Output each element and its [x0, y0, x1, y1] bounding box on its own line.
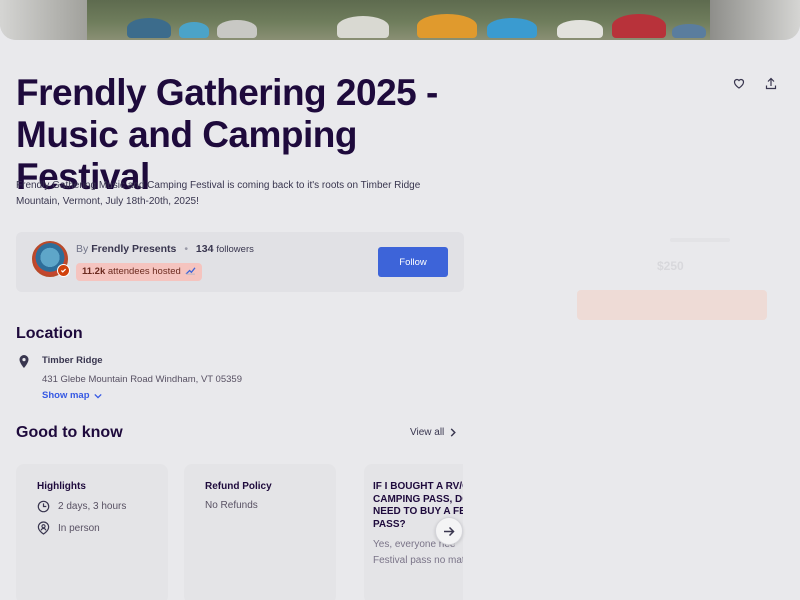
verified-check-icon: [57, 264, 70, 277]
show-map-label: Show map: [42, 390, 90, 401]
chevron-right-icon: [450, 428, 457, 437]
attendees-hosted-badge: 11.2k attendees hosted: [76, 263, 203, 281]
format-text: In person: [58, 522, 100, 534]
person-pin-icon: [37, 521, 50, 535]
follow-button[interactable]: Follow: [378, 247, 448, 277]
share-button[interactable]: [760, 72, 782, 94]
hero-banner: [0, 0, 800, 40]
separator-dot: •: [184, 243, 188, 255]
get-tickets-button[interactable]: [577, 290, 767, 320]
organizer-line: By Frendly Presents • 134 followers: [76, 243, 254, 255]
show-map-link[interactable]: Show map: [42, 390, 102, 401]
organizer-card: By Frendly Presents • 134 followers 11.2…: [16, 232, 464, 292]
checkout-placeholder-line: [670, 238, 730, 242]
ticket-price: $250: [657, 259, 684, 273]
carousel-next-button[interactable]: [435, 517, 463, 545]
view-all-link[interactable]: View all: [410, 427, 457, 438]
format-row: In person: [37, 521, 100, 535]
trend-chart-icon: [185, 267, 196, 275]
view-all-label: View all: [410, 427, 445, 438]
good-to-know-carousel: Highlights 2 days, 3 hours In person Ref…: [16, 464, 463, 600]
event-summary: Frendly Gathering Music and Camping Fest…: [16, 180, 421, 207]
hero-image: [87, 0, 713, 40]
duration-text: 2 days, 3 hours: [58, 501, 127, 512]
chevron-down-icon: [93, 393, 102, 399]
organizer-name[interactable]: Frendly Presents: [91, 243, 176, 255]
arrow-right-icon: [444, 526, 455, 536]
hosted-count: 11.2k: [82, 266, 106, 277]
duration-row: 2 days, 3 hours: [37, 500, 126, 513]
refund-policy-title: Refund Policy: [205, 481, 272, 492]
refund-policy-text: No Refunds: [205, 500, 258, 511]
followers-label: followers: [216, 244, 254, 255]
hosted-label: attendees hosted: [107, 266, 181, 277]
highlights-card: Highlights 2 days, 3 hours In person: [16, 464, 168, 600]
followers-count: 134: [195, 243, 214, 255]
refund-policy-card: Refund Policy No Refunds: [184, 464, 336, 600]
location-pin-icon: [19, 355, 29, 368]
clock-icon: [37, 500, 50, 513]
like-button[interactable]: [728, 72, 750, 94]
highlights-title: Highlights: [37, 481, 86, 492]
venue-name: Timber Ridge: [42, 355, 103, 366]
by-label: By: [76, 243, 89, 255]
good-to-know-heading: Good to know: [16, 424, 123, 441]
share-icon: [765, 77, 777, 89]
venue-address: 431 Glebe Mountain Road Windham, VT 0535…: [42, 374, 242, 385]
heart-icon: [733, 78, 745, 89]
location-heading: Location: [16, 325, 83, 342]
